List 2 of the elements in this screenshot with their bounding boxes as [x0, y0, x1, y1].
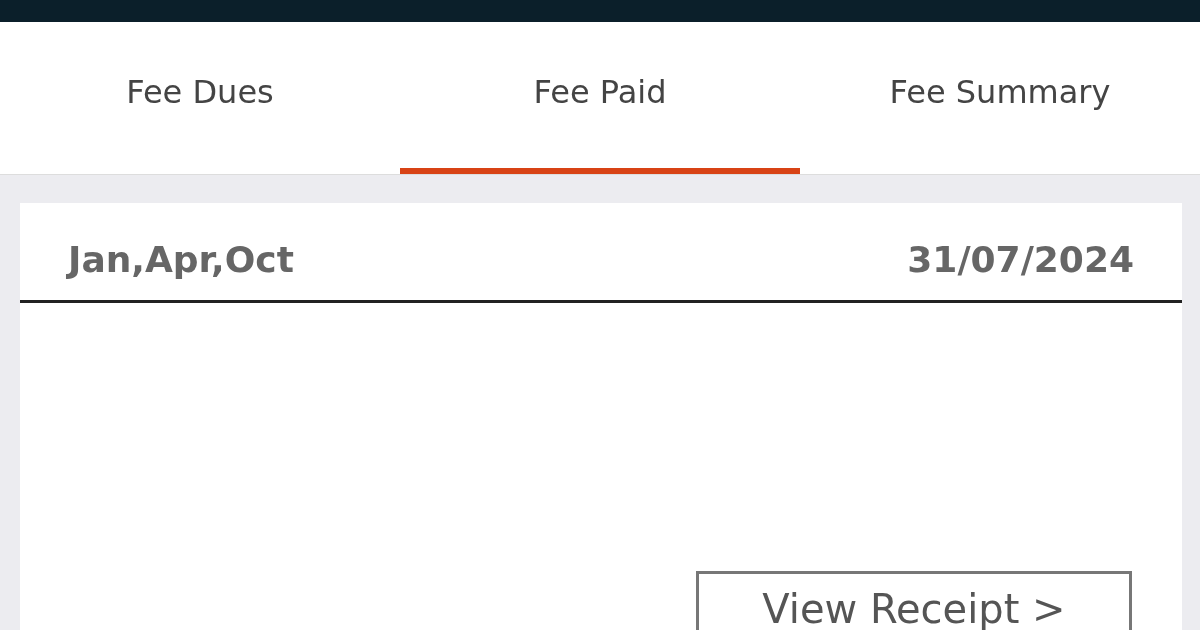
- payment-date: 31/07/2024: [907, 239, 1134, 280]
- months-label: Jan,Apr,Oct: [68, 239, 294, 280]
